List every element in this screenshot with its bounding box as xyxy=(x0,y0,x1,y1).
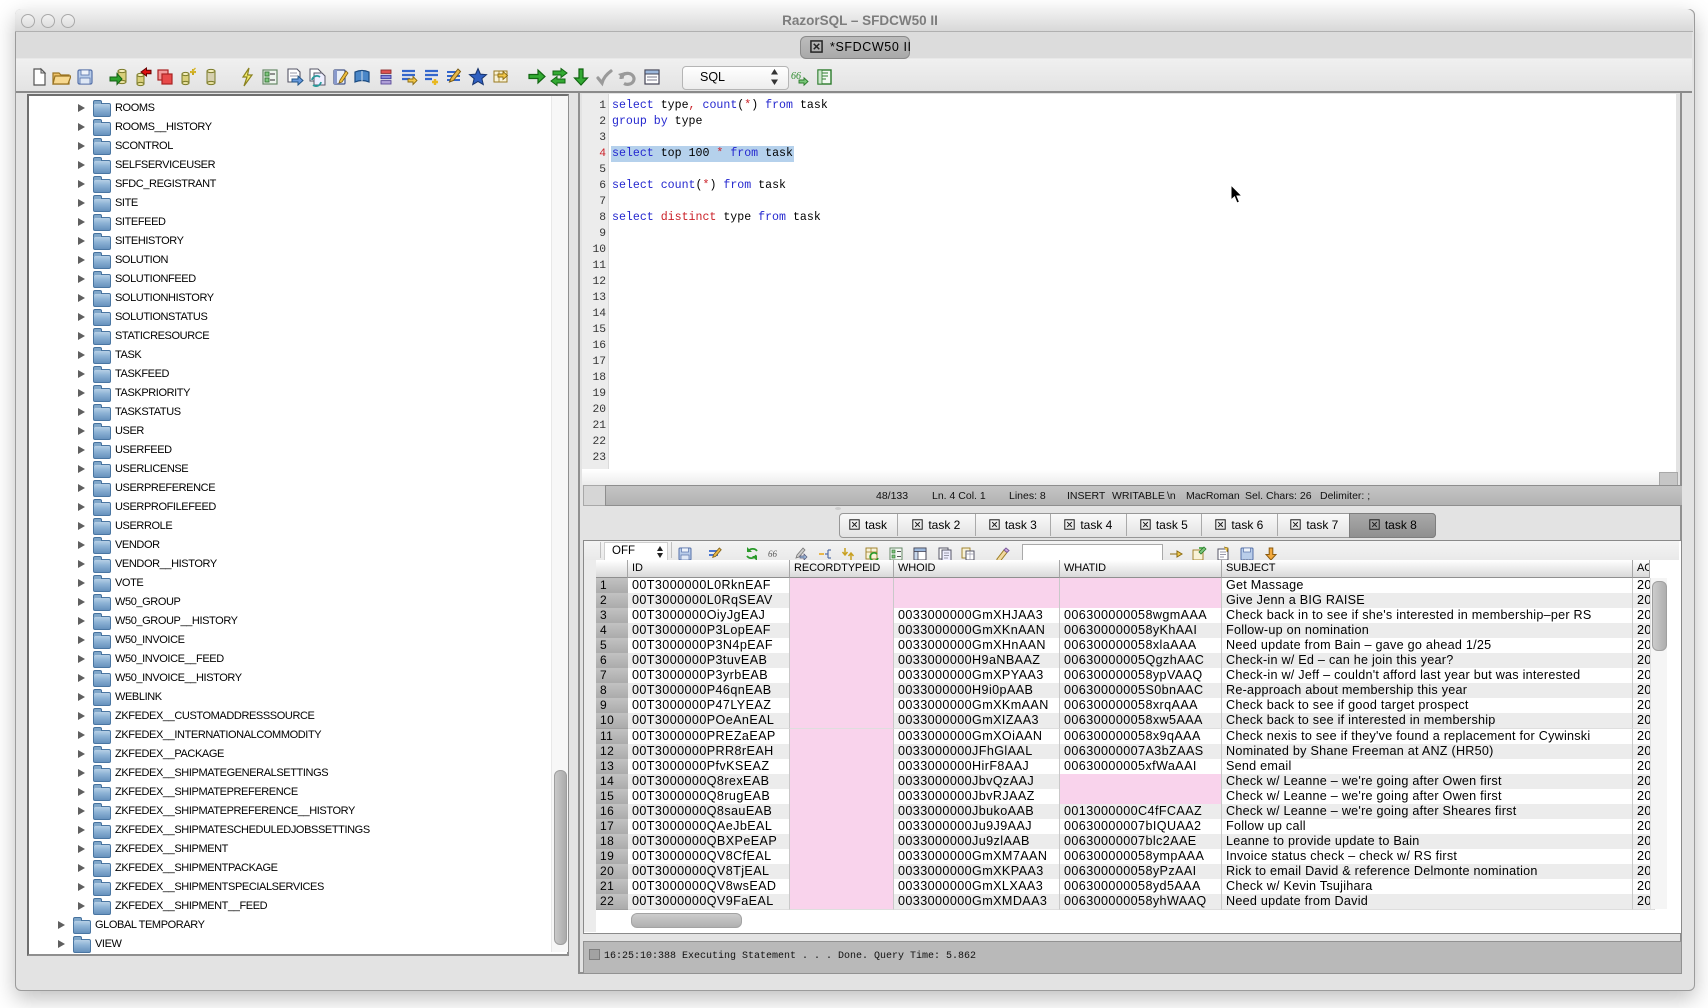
svg-text:66: 66 xyxy=(768,549,778,559)
